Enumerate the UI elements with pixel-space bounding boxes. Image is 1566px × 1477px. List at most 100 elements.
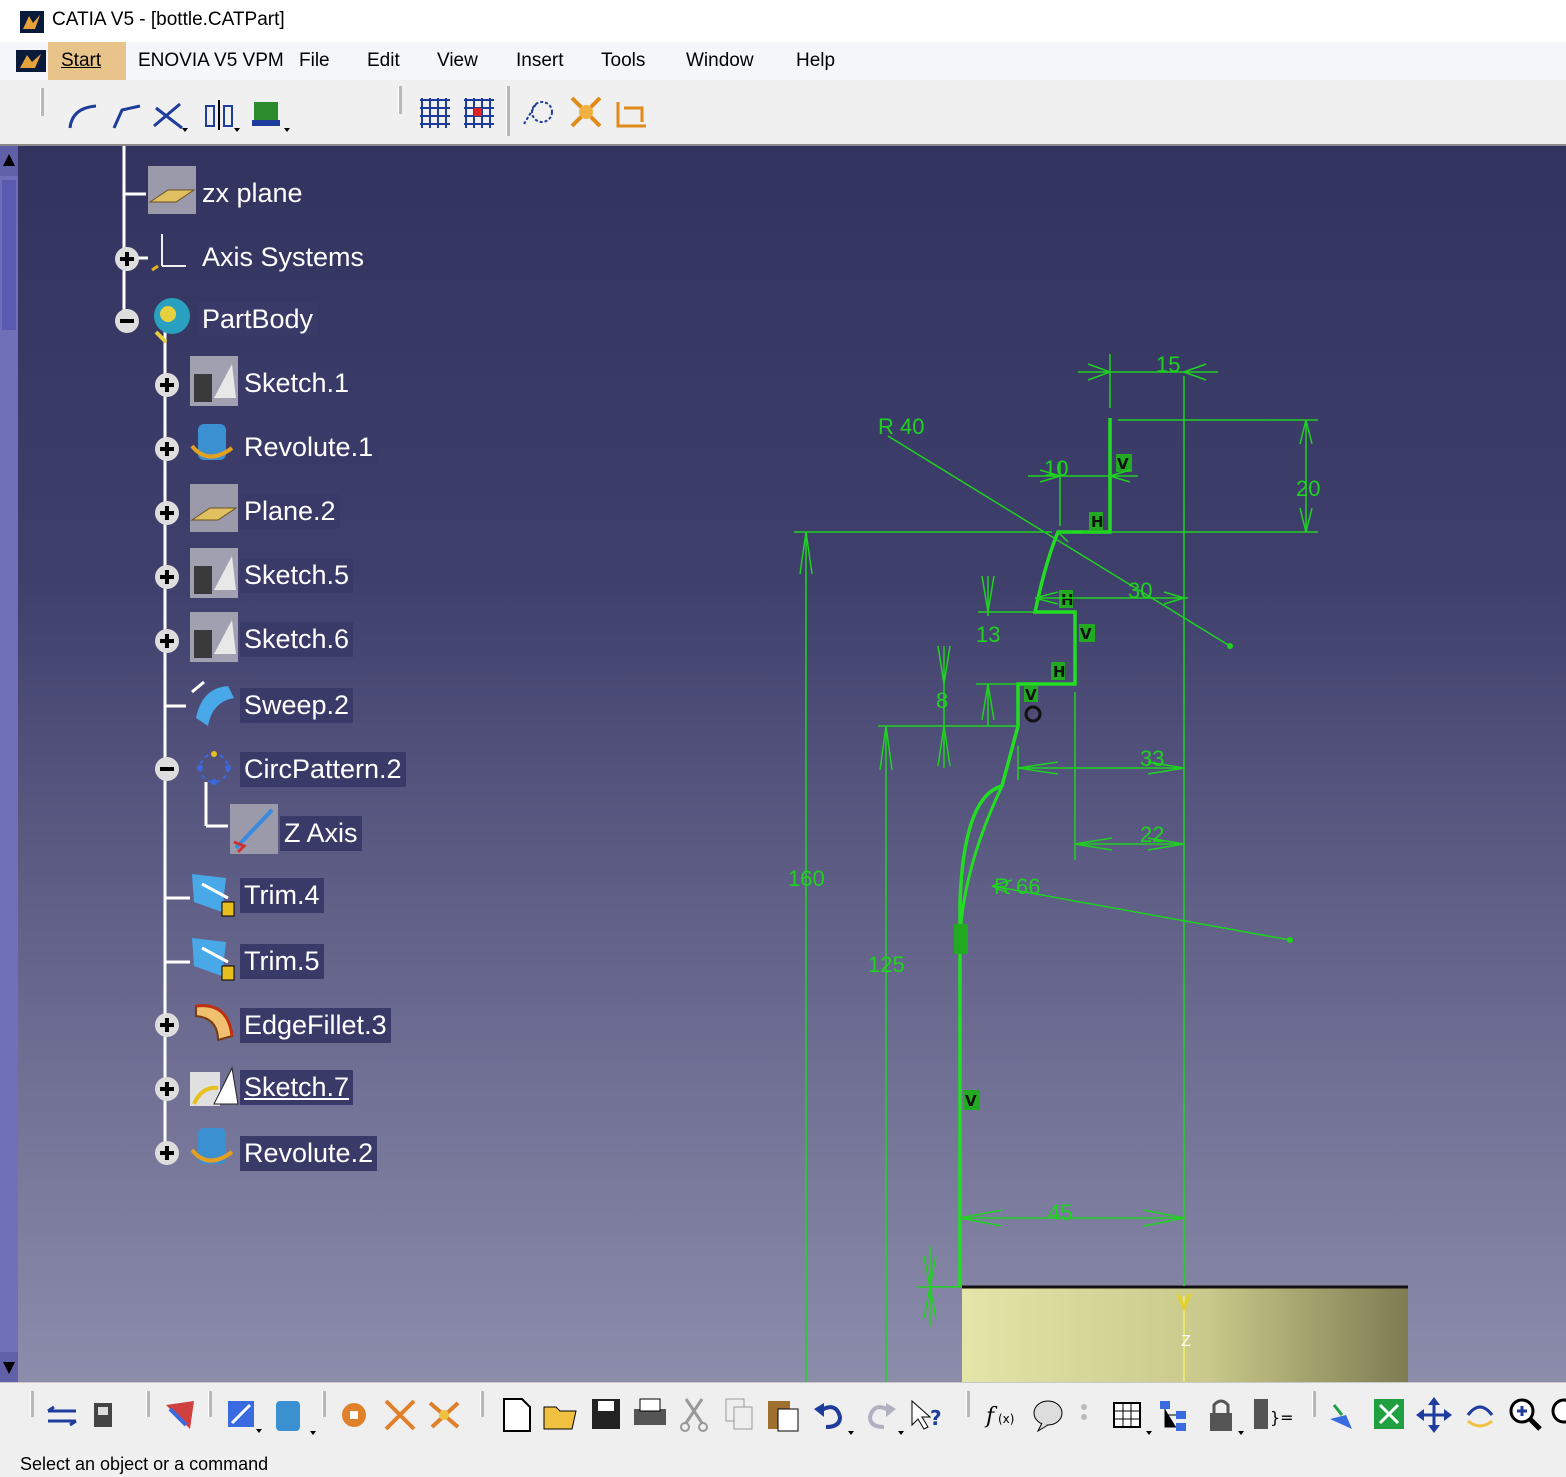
revolute-icon[interactable]: [188, 418, 240, 470]
expand-plus-icon[interactable]: [150, 368, 184, 402]
whats-this-help-icon[interactable]: ?: [906, 1395, 946, 1435]
grid-icon[interactable]: [416, 94, 454, 132]
print-icon[interactable]: [630, 1395, 670, 1435]
apply-material-icon[interactable]: [160, 1395, 200, 1435]
expand-plus-icon[interactable]: [150, 432, 184, 466]
geometry-viewport[interactable]: Z H V H V H V O V 15 R 40 10 20 30 13 8 …: [18, 146, 1566, 1382]
constraints-toolbar-icon[interactable]: [380, 1395, 420, 1435]
edge-fillet-icon[interactable]: [188, 996, 240, 1048]
trim-surface-icon[interactable]: [188, 932, 240, 984]
tree-node-sweep-2[interactable]: Sweep.2: [240, 688, 354, 724]
knowledge-advisor-icon[interactable]: [1028, 1395, 1068, 1435]
measure-icon[interactable]: [44, 1397, 80, 1433]
lock-icon[interactable]: [1202, 1395, 1246, 1439]
snap-to-point-icon[interactable]: [460, 94, 498, 132]
tree-scrollbar[interactable]: [0, 146, 18, 1382]
tree-node-edgefillet-3[interactable]: EdgeFillet.3: [240, 1008, 391, 1044]
menu-tools[interactable]: Tools: [601, 50, 645, 72]
circular-pattern-icon[interactable]: [190, 744, 238, 792]
sketch-icon[interactable]: [188, 354, 240, 408]
sketch-icon[interactable]: [188, 546, 240, 600]
body-icon[interactable]: [270, 1395, 320, 1439]
rotate-icon[interactable]: [1460, 1395, 1500, 1435]
revolute-icon[interactable]: [188, 1122, 240, 1174]
fit-all-in-icon[interactable]: [1370, 1395, 1410, 1435]
formula-icon[interactable]: f (x): [984, 1395, 1024, 1435]
tree-node-circpattern-2[interactable]: CircPattern.2: [240, 752, 406, 788]
expand-plus-icon[interactable]: [150, 1008, 184, 1042]
publication-icon[interactable]: [334, 1395, 374, 1435]
sketcher-icon[interactable]: [222, 1395, 262, 1439]
tree-node-sketch-6[interactable]: Sketch.6: [240, 622, 354, 658]
menu-window[interactable]: Window: [686, 50, 754, 72]
menu-help[interactable]: Help: [796, 50, 835, 72]
menu-start[interactable]: Start: [61, 50, 101, 72]
table-icon[interactable]: [1110, 1395, 1154, 1439]
sketch-icon[interactable]: [188, 610, 240, 664]
expand-plus-icon[interactable]: [150, 1136, 184, 1170]
catia-menu-logo-icon[interactable]: [16, 50, 46, 72]
scroll-down-arrow[interactable]: [0, 1352, 18, 1382]
toolbar-grip-2[interactable]: [398, 86, 402, 114]
fly-mode-icon[interactable]: [1326, 1395, 1366, 1435]
toolbar-grip[interactable]: [146, 1391, 150, 1417]
tree-node-partbody[interactable]: PartBody: [198, 302, 318, 338]
expand-plus-icon[interactable]: [150, 1072, 184, 1106]
r66-leader-end[interactable]: [1287, 937, 1293, 943]
collapse-minus-icon[interactable]: [110, 304, 144, 338]
trim-icon[interactable]: [150, 98, 194, 134]
tree-node-sketch-5[interactable]: Sketch.5: [240, 558, 354, 594]
toolbar-grip-3[interactable]: [506, 86, 510, 136]
tree-node-z-axis[interactable]: Z Axis: [280, 816, 362, 852]
scroll-up-arrow[interactable]: [0, 146, 18, 176]
expand-plus-icon[interactable]: [150, 496, 184, 530]
tree-node-trim-5[interactable]: Trim.5: [240, 944, 324, 980]
collapse-minus-icon[interactable]: [150, 752, 184, 786]
geometric-constraint-icon[interactable]: [424, 1395, 464, 1435]
menu-insert[interactable]: Insert: [516, 50, 564, 72]
chamfer-icon[interactable]: [110, 100, 146, 132]
toolbar-grip[interactable]: [208, 1391, 212, 1417]
tree-node-sketch-1[interactable]: Sketch.1: [240, 366, 354, 402]
toolbar-grip[interactable]: [322, 1391, 326, 1417]
r66-arc[interactable]: [958, 785, 1004, 937]
trim-surface-icon[interactable]: [188, 868, 240, 920]
zoom-out-icon[interactable]: [1548, 1395, 1566, 1435]
plane-icon[interactable]: [146, 164, 198, 216]
tree-node-axis-systems[interactable]: Axis Systems: [198, 240, 368, 275]
sweep-icon[interactable]: [188, 678, 240, 730]
mirror-icon[interactable]: [198, 96, 244, 134]
scroll-thumb[interactable]: [2, 180, 16, 330]
expand-plus-icon[interactable]: [110, 242, 144, 276]
menu-edit[interactable]: Edit: [367, 50, 400, 72]
redo-icon[interactable]: [860, 1395, 904, 1439]
tree-node-sketch-7[interactable]: Sketch.7: [240, 1070, 354, 1106]
tree-node-plane-2[interactable]: Plane.2: [240, 494, 340, 530]
menu-enovia[interactable]: ENOVIA V5 VPM: [138, 50, 284, 72]
menu-view[interactable]: View: [437, 50, 478, 72]
toolbar-grip[interactable]: [1312, 1391, 1316, 1417]
expand-plus-icon[interactable]: [150, 624, 184, 658]
tree-node-zx-plane[interactable]: zx plane: [198, 176, 307, 211]
copy-icon[interactable]: [720, 1395, 760, 1435]
construction-geometry-icon[interactable]: [520, 94, 560, 132]
cut-icon[interactable]: [676, 1395, 712, 1435]
paste-icon[interactable]: [764, 1395, 804, 1435]
sketch-icon[interactable]: [188, 1058, 240, 1112]
menu-file[interactable]: File: [299, 50, 330, 72]
corner-icon[interactable]: [66, 100, 102, 132]
measure-inertia-icon[interactable]: [86, 1397, 122, 1433]
tree-node-revolute-1[interactable]: Revolute.1: [240, 430, 378, 466]
toolbar-grip[interactable]: [966, 1391, 970, 1417]
r40-leader-end[interactable]: [1227, 643, 1233, 649]
bottle-profile-curve[interactable]: [958, 418, 1112, 1287]
undo-icon[interactable]: [810, 1395, 854, 1439]
save-icon[interactable]: [588, 1395, 624, 1435]
part-body-icon[interactable]: [146, 292, 198, 344]
new-document-icon[interactable]: [498, 1395, 534, 1435]
geometrical-constraints-icon[interactable]: [566, 92, 606, 132]
dimensional-constraints-icon[interactable]: [612, 94, 652, 132]
axis-system-icon[interactable]: [148, 226, 192, 274]
expand-plus-icon[interactable]: [150, 560, 184, 594]
toolbar-grip[interactable]: [30, 1391, 34, 1417]
